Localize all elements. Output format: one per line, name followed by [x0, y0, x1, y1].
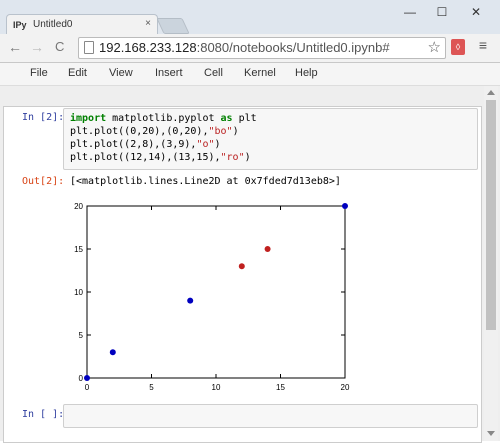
vertical-scrollbar[interactable]: [484, 86, 498, 441]
address-bar[interactable]: 192.168.233.128:8080/notebooks/Untitled0…: [78, 37, 446, 59]
browser-toolbar: ← → C 192.168.233.128:8080/notebooks/Unt…: [0, 34, 500, 63]
menu-help[interactable]: Help: [295, 67, 318, 79]
menu-file[interactable]: File: [30, 67, 48, 79]
input-prompt: In [2]:: [22, 112, 65, 123]
tab-title: Untitled0: [33, 19, 73, 30]
output-prompt: Out[2]:: [22, 176, 65, 187]
data-point: [264, 246, 271, 252]
code-line-3: plt.plot((2,8),(3,9),"o"): [70, 139, 221, 150]
code-line-2: plt.plot((0,20),(0,20),"bo"): [70, 126, 239, 137]
x-tick-label: 5: [149, 383, 154, 392]
scrollbar-thumb[interactable]: [486, 100, 496, 330]
data-point: [342, 203, 348, 209]
window-close-button[interactable]: ✕: [462, 2, 490, 22]
output-text: [<matplotlib.lines.Line2D at 0x7fded7d13…: [70, 176, 341, 187]
code-line-4: plt.plot((12,14),(13,15),"ro"): [70, 152, 251, 163]
x-tick-label: 10: [212, 383, 221, 392]
menu-edit[interactable]: Edit: [68, 67, 87, 79]
browser-tab[interactable]: IPy Untitled0 ×: [6, 14, 158, 35]
scroll-down-icon[interactable]: [487, 431, 495, 436]
x-tick-label: 20: [341, 383, 350, 392]
url-text: 192.168.233.128:8080/notebooks/Untitled0…: [99, 40, 390, 55]
menu-kernel[interactable]: Kernel: [244, 67, 276, 79]
x-tick-label: 15: [276, 383, 285, 392]
data-point: [84, 375, 90, 381]
menu-insert[interactable]: Insert: [155, 67, 183, 79]
ipython-favicon-icon: IPy: [13, 20, 27, 30]
empty-code-cell[interactable]: [63, 404, 478, 428]
back-arrow-icon[interactable]: ←: [8, 39, 22, 55]
menu-cell[interactable]: Cell: [204, 67, 223, 79]
y-tick-label: 5: [79, 331, 84, 340]
y-tick-label: 0: [79, 374, 84, 383]
scatter-plot: 0 5 10 15 20 0 5 10 15 20: [74, 202, 350, 392]
x-tick-label: 0: [85, 383, 90, 392]
browser-menu-icon[interactable]: ≡: [476, 37, 490, 57]
minimize-button[interactable]: —: [396, 2, 424, 22]
forward-arrow-icon[interactable]: →: [30, 39, 44, 55]
scroll-up-icon[interactable]: [487, 90, 495, 95]
extension-icon[interactable]: ◊: [451, 39, 465, 55]
y-tick-label: 20: [74, 202, 83, 211]
tab-close-icon[interactable]: ×: [145, 18, 151, 29]
y-tick-label: 10: [74, 288, 83, 297]
new-tab-button[interactable]: [156, 18, 190, 34]
menu-view[interactable]: View: [109, 67, 133, 79]
code-line-1: import matplotlib.pyplot as plt: [70, 113, 257, 124]
empty-input-prompt: In [ ]:: [22, 409, 65, 420]
browser-title-bar: IPy Untitled0 × — ☐ ✕: [0, 0, 500, 35]
bookmark-star-icon[interactable]: ☆: [428, 38, 441, 56]
y-tick-label: 15: [74, 245, 83, 254]
code-cell-input[interactable]: import matplotlib.pyplot as plt plt.plot…: [63, 108, 478, 170]
maximize-button[interactable]: ☐: [428, 2, 456, 22]
plot-frame: [86, 205, 346, 379]
data-point: [109, 349, 116, 356]
notebook-menu-bar: File Edit View Insert Cell Kernel Help: [0, 63, 500, 86]
page-icon: [84, 41, 94, 54]
reload-icon[interactable]: C: [55, 39, 64, 54]
data-point: [187, 297, 194, 304]
data-point: [238, 263, 245, 270]
